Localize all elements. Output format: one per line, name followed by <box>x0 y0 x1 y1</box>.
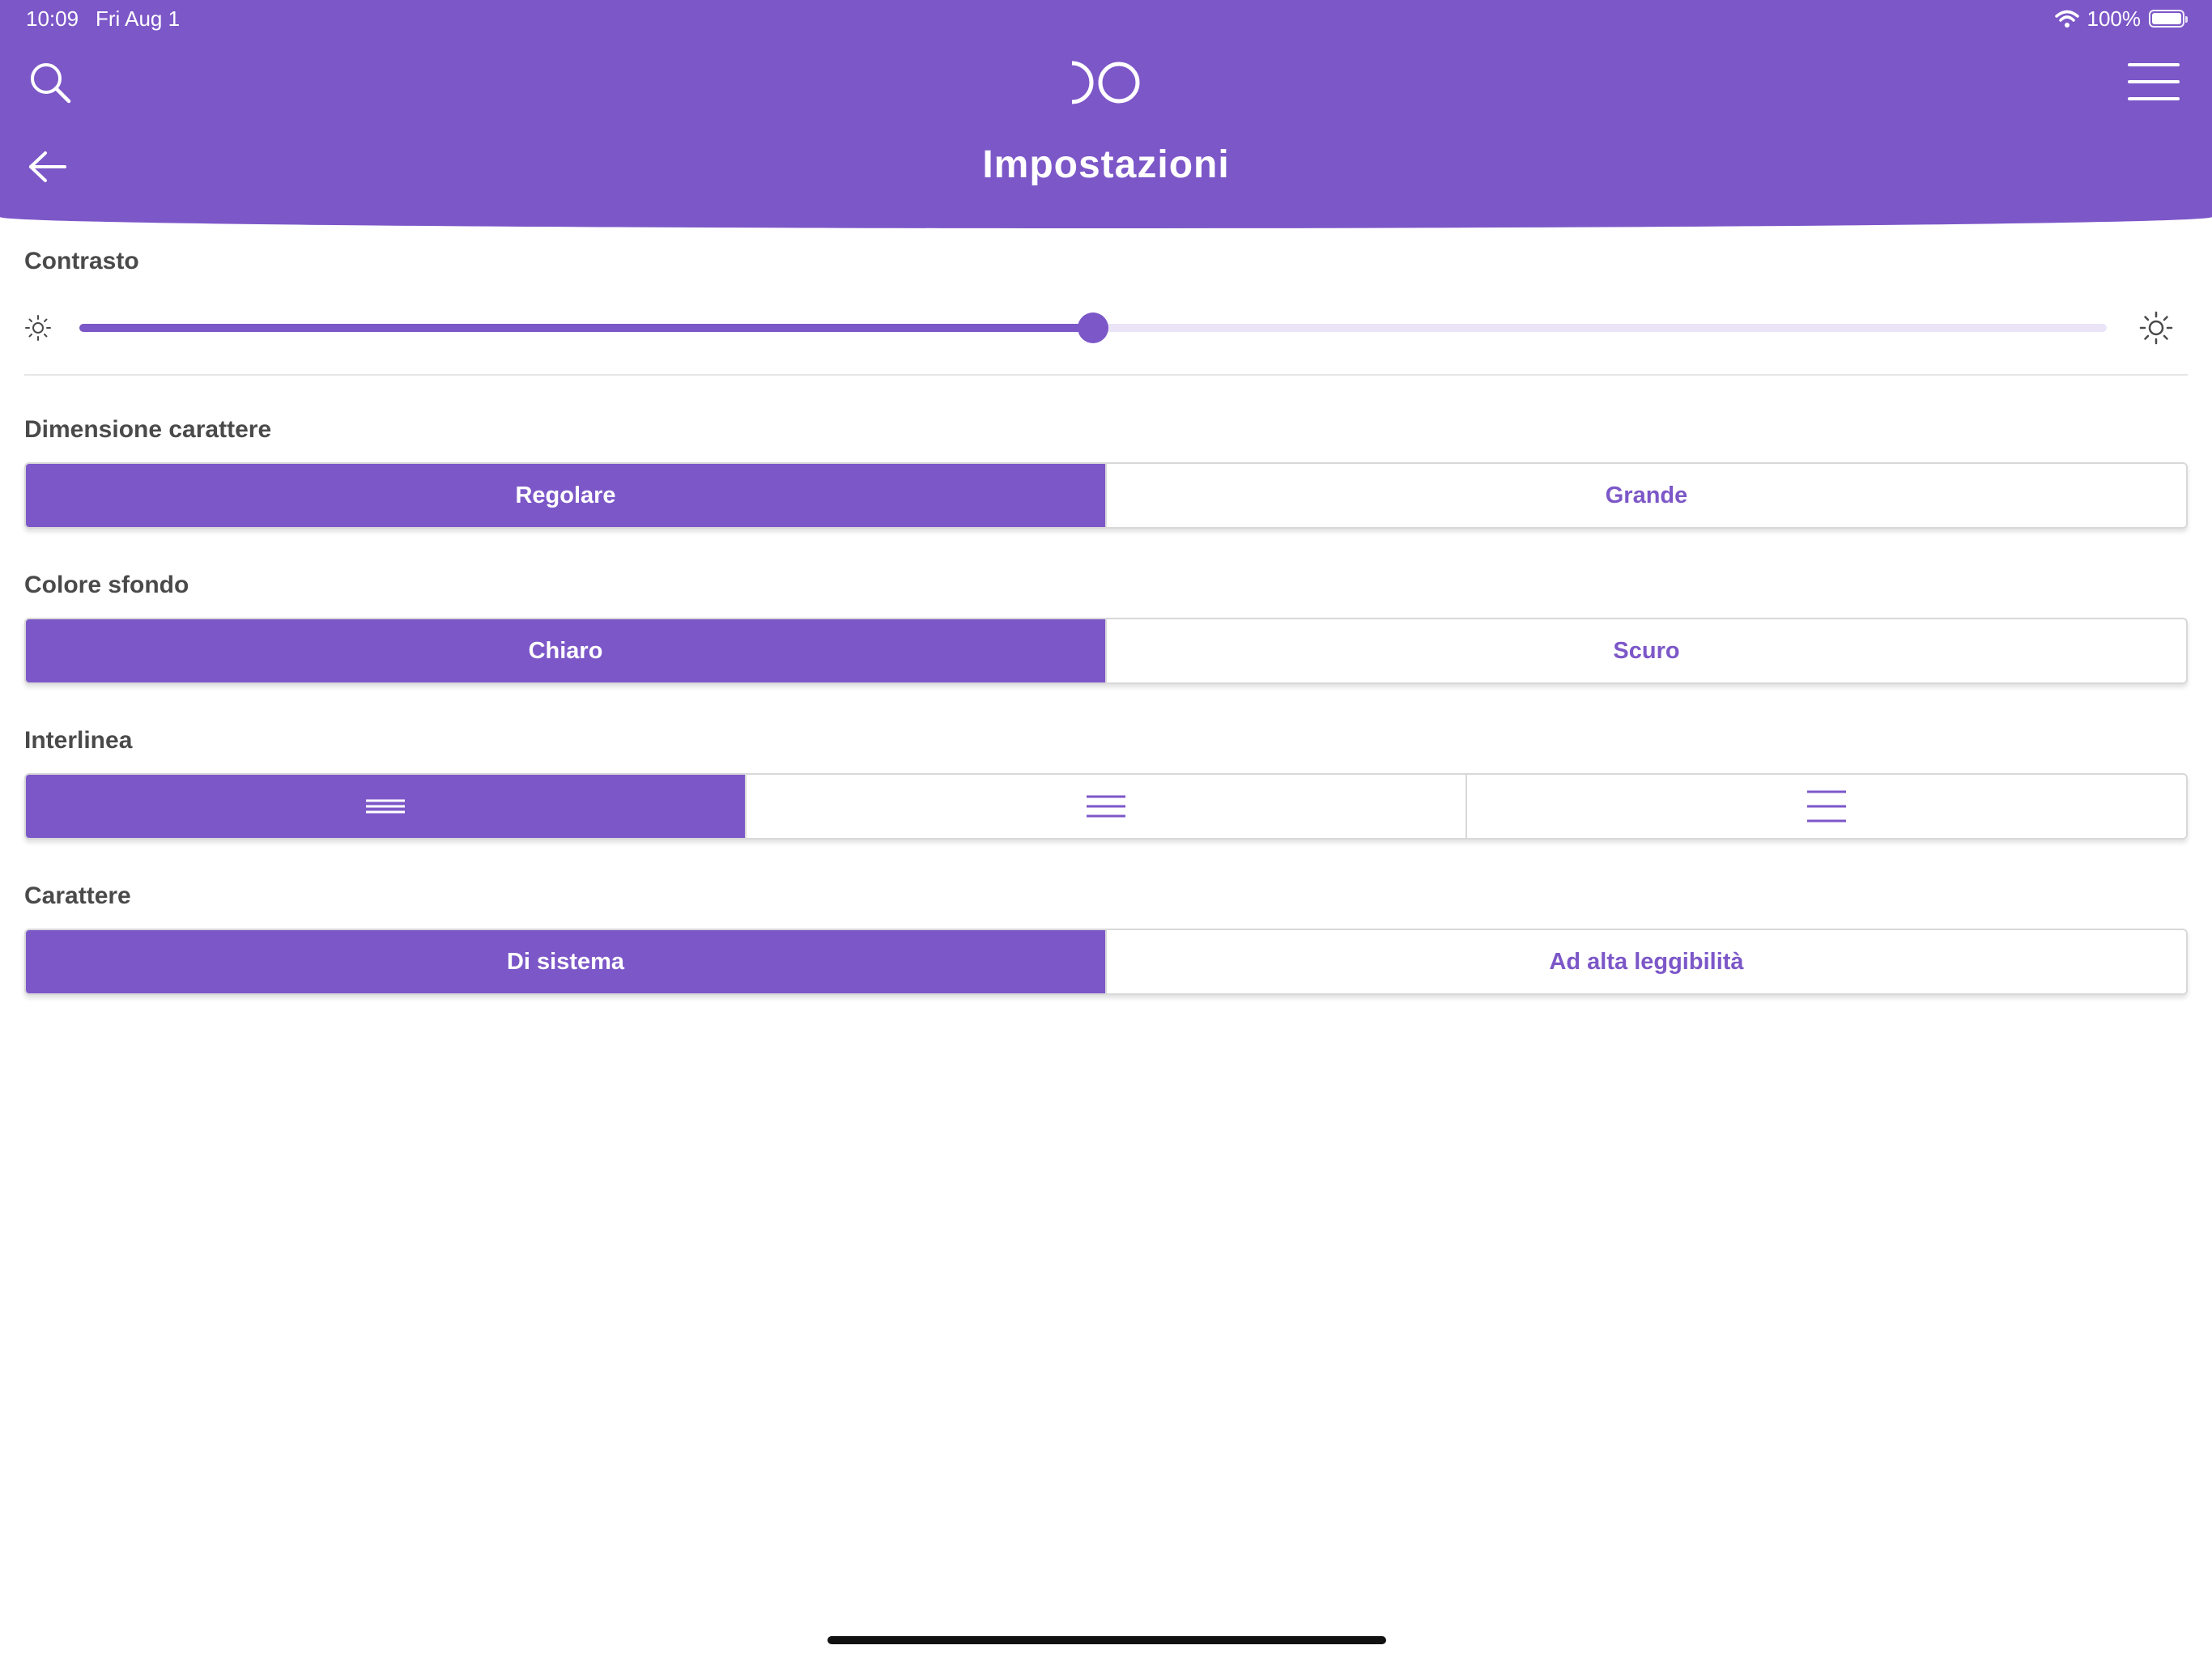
line-spacing-wide-icon <box>1807 790 1846 823</box>
contrast-slider[interactable] <box>24 308 2188 348</box>
line-spacing-label: Interlinea <box>24 727 133 754</box>
sun-large-icon <box>2139 311 2173 345</box>
font-size-option-regular[interactable]: Regolare <box>26 464 1105 527</box>
line-spacing-medium-icon <box>1087 795 1125 818</box>
background-color-label: Colore sfondo <box>24 572 189 598</box>
line-spacing-option-tight[interactable] <box>26 775 745 838</box>
line-spacing-tight-icon <box>366 799 405 814</box>
wifi-icon <box>2054 10 2079 28</box>
sun-small-icon <box>25 315 51 341</box>
typeface-segmented-control: Di sistema Ad alta leggibilità <box>24 929 2188 995</box>
status-date: Fri Aug 1 <box>96 6 181 31</box>
font-size-segmented-control: Regolare Grande <box>24 462 2188 529</box>
battery-percent: 100% <box>2087 6 2142 31</box>
status-time: 10:09 <box>26 6 79 31</box>
line-spacing-option-wide[interactable] <box>1465 775 2186 838</box>
font-size-option-large[interactable]: Grande <box>1105 464 2186 527</box>
slider-fill <box>79 324 1093 332</box>
search-icon[interactable] <box>28 60 73 105</box>
font-size-label: Dimensione carattere <box>24 416 272 443</box>
background-option-dark[interactable]: Scuro <box>1105 619 2186 682</box>
logo-icon <box>1071 61 1140 104</box>
slider-track[interactable] <box>79 312 2107 343</box>
hamburger-menu-icon[interactable] <box>2128 62 2180 102</box>
background-color-segmented-control: Chiaro Scuro <box>24 618 2188 684</box>
typeface-option-system[interactable]: Di sistema <box>26 930 1105 993</box>
line-spacing-segmented-control <box>24 773 2188 840</box>
battery-icon <box>2149 10 2188 28</box>
section-divider <box>24 374 2188 376</box>
typeface-option-high-readability[interactable]: Ad alta leggibilità <box>1105 930 2186 993</box>
contrast-label: Contrasto <box>24 248 139 274</box>
page-title: Impostazioni <box>982 143 1230 186</box>
background-option-light[interactable]: Chiaro <box>26 619 1105 682</box>
line-spacing-option-medium[interactable] <box>745 775 1465 838</box>
typeface-label: Carattere <box>24 882 131 909</box>
home-indicator <box>827 1636 1386 1644</box>
slider-thumb[interactable] <box>1078 312 1108 343</box>
app-header: 10:09 Fri Aug 1 100% Impostazioni <box>0 0 2212 228</box>
status-right: 100% <box>2054 6 2188 31</box>
